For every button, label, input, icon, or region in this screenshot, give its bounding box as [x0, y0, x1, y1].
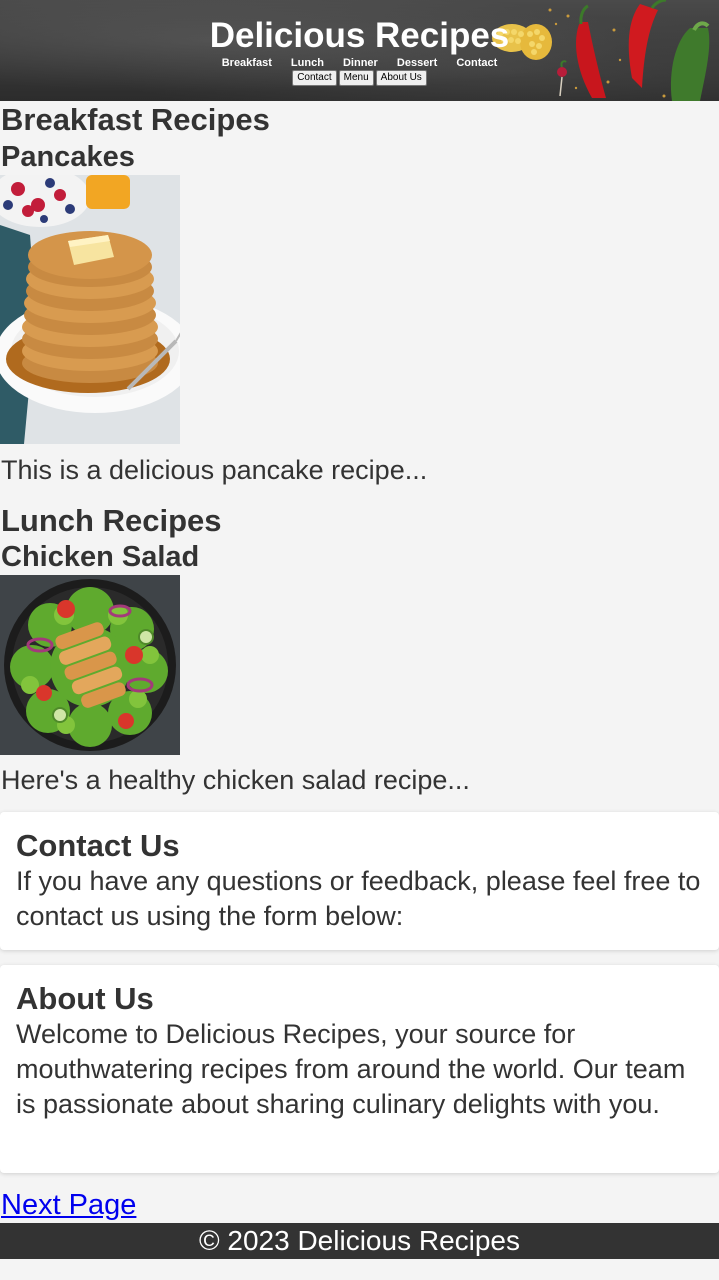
site-footer: © 2023 Delicious Recipes: [0, 1223, 719, 1259]
breakfast-section-heading: Breakfast Recipes: [1, 102, 270, 137]
nav-link-breakfast[interactable]: Breakfast: [222, 57, 272, 69]
site-title: Delicious Recipes: [209, 16, 510, 55]
contact-text: If you have any questions or feedback, p…: [16, 866, 701, 931]
nav-link-dessert[interactable]: Dessert: [397, 57, 437, 69]
copyright-text: © 2023 Delicious Recipes: [198, 1225, 520, 1256]
chicken-salad-description: Here's a healthy chicken salad recipe...: [1, 765, 470, 795]
pancakes-image: [0, 175, 180, 444]
site-header: Delicious Recipes Breakfast Lunch Dinner…: [0, 0, 719, 101]
pancakes-heading: Pancakes: [1, 141, 135, 173]
lunch-section-heading: Lunch Recipes: [1, 503, 222, 538]
about-us-button[interactable]: About Us: [375, 70, 427, 86]
contact-section: Contact Us If you have any questions or …: [0, 812, 719, 950]
main-nav: Breakfast Lunch Dinner Dessert Contact: [0, 56, 719, 70]
about-heading: About Us: [16, 981, 154, 1016]
about-section: About Us Welcome to Delicious Recipes, y…: [0, 965, 719, 1173]
chicken-salad-image: [0, 575, 180, 755]
contact-heading: Contact Us: [16, 828, 180, 863]
pancakes-description: This is a delicious pancake recipe...: [1, 455, 428, 485]
contact-button[interactable]: Contact: [292, 70, 337, 86]
chicken-salad-heading: Chicken Salad: [1, 541, 200, 573]
nav-link-dinner[interactable]: Dinner: [343, 57, 378, 69]
about-text: Welcome to Delicious Recipes, your sourc…: [16, 1019, 686, 1119]
menu-button[interactable]: Menu: [338, 70, 374, 86]
next-page-link[interactable]: Next Page: [1, 1188, 136, 1222]
header-button-row: Contact Menu About Us: [0, 70, 719, 86]
nav-link-contact[interactable]: Contact: [456, 57, 497, 69]
nav-link-lunch[interactable]: Lunch: [291, 57, 324, 69]
